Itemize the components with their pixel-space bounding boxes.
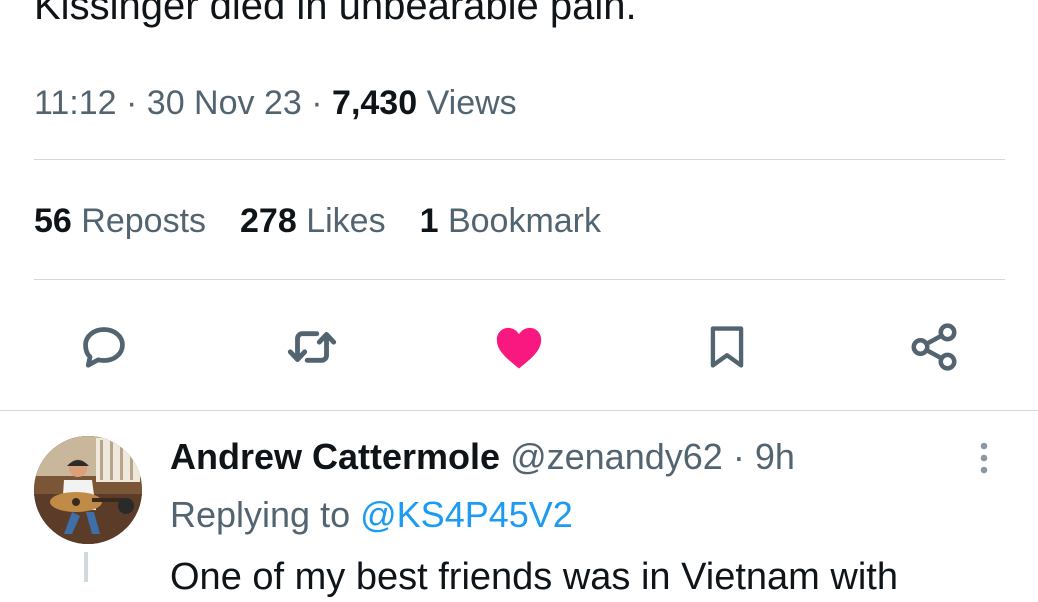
repost-icon — [287, 331, 337, 363]
more-options-button[interactable] — [966, 438, 1002, 478]
tweet-date[interactable]: 30 Nov 23 — [147, 84, 302, 122]
bookmarks-count: 1 — [419, 202, 439, 240]
tweet-text: Kissinger died in unbearable pain. — [34, 0, 637, 28]
meta-separator: · — [311, 84, 323, 122]
thread-line — [84, 552, 88, 582]
divider — [34, 159, 1005, 160]
share-button[interactable] — [903, 316, 965, 378]
like-button[interactable] — [488, 316, 550, 378]
likes-stat[interactable]: 278 Likes — [240, 198, 386, 244]
divider — [0, 410, 1038, 411]
avatar[interactable] — [34, 436, 142, 544]
author-handle[interactable]: @zenandy62 — [510, 436, 723, 477]
repost-button[interactable] — [281, 316, 343, 378]
action-bar — [0, 316, 1038, 378]
likes-count: 278 — [240, 202, 297, 240]
likes-label: Likes — [306, 202, 386, 240]
reposts-stat[interactable]: 56 Reposts — [34, 198, 206, 244]
views-label: Views — [426, 84, 517, 122]
tweet-time[interactable]: 11:12 — [34, 84, 117, 122]
bookmark-icon — [710, 326, 744, 368]
meta-separator: · — [126, 84, 138, 122]
heart-icon — [496, 327, 542, 369]
reply-icon — [83, 327, 125, 368]
replying-prefix: Replying to — [170, 494, 351, 535]
reply-age[interactable]: 9h — [755, 436, 795, 477]
reply-button[interactable] — [73, 316, 135, 378]
replying-mention[interactable]: @KS4P45V2 — [360, 494, 573, 535]
reposts-label: Reposts — [81, 202, 207, 240]
avatar-photo — [34, 436, 142, 544]
views-count: 7,430 — [332, 84, 418, 122]
author-name[interactable]: Andrew Cattermole — [170, 436, 500, 477]
reply-text: One of my best friends was in Vietnam wi… — [170, 556, 898, 598]
more-vertical-icon — [980, 442, 988, 474]
share-icon — [911, 323, 957, 371]
tweet-stats: 56 Reposts 278 Likes 1 Bookmark — [34, 198, 601, 244]
header-separator: · — [732, 436, 745, 477]
divider — [34, 279, 1005, 280]
bookmark-button[interactable] — [696, 316, 758, 378]
reply-header: Andrew Cattermole @zenandy62 · 9h — [170, 434, 795, 480]
bookmarks-stat[interactable]: 1 Bookmark — [420, 198, 601, 244]
replying-to: Replying to @KS4P45V2 — [170, 492, 573, 538]
reposts-count: 56 — [34, 202, 72, 240]
reply-tweet[interactable]: Andrew Cattermole @zenandy62 · 9h Replyi… — [0, 420, 1038, 598]
tweet-meta: 11:12 · 30 Nov 23 · 7,430 Views — [34, 80, 517, 126]
bookmarks-label: Bookmark — [447, 202, 602, 240]
